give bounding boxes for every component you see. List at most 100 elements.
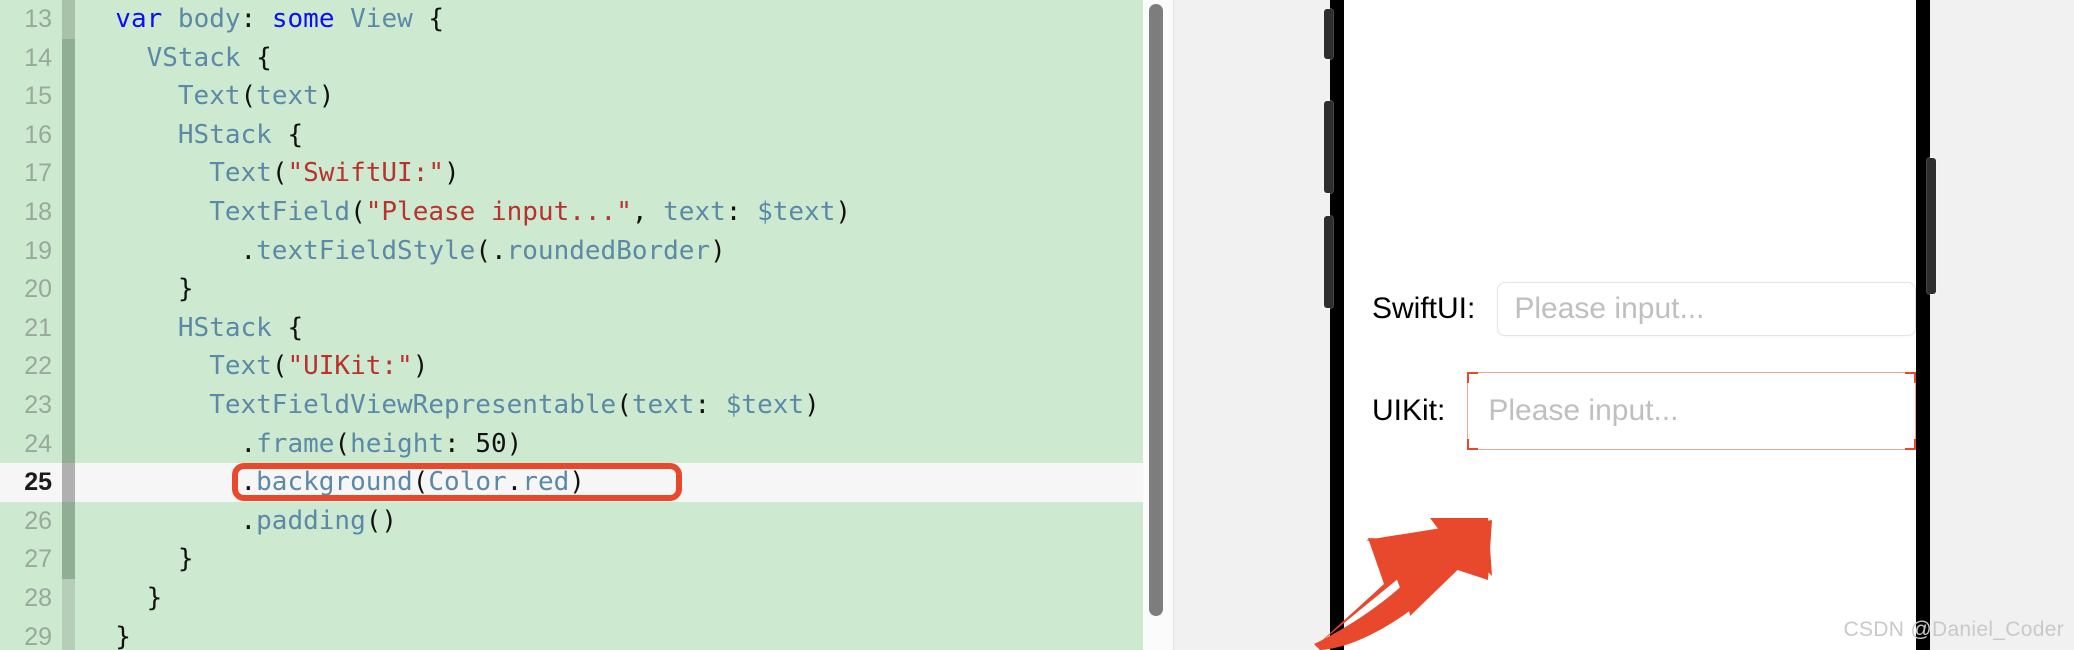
code-token: . bbox=[490, 235, 507, 266]
code-line[interactable]: 26 .padding() bbox=[0, 501, 1143, 541]
code-fold-indent-guide[interactable] bbox=[62, 501, 75, 541]
code-token: "Please input..." bbox=[365, 196, 632, 227]
uikit-textfield[interactable]: Please input... bbox=[1467, 372, 1916, 450]
editor-scrollbar-thumb[interactable] bbox=[1149, 4, 1163, 616]
line-number: 18 bbox=[24, 197, 52, 226]
code-line[interactable]: 20} bbox=[0, 270, 1143, 309]
code-token: ( bbox=[271, 351, 288, 382]
line-number: 25 bbox=[24, 468, 52, 497]
code-fold-indent-guide[interactable] bbox=[62, 463, 75, 502]
code-line[interactable]: 23 TextFieldViewRepresentable(text: $text… bbox=[0, 385, 1143, 425]
code-fold-indent-guide[interactable] bbox=[62, 192, 75, 232]
uikit-field-corner-br-marker bbox=[1905, 439, 1916, 450]
preview-pane[interactable]: SwiftUI: Please input... UIKit: Please i… bbox=[1174, 0, 2074, 650]
code-line[interactable]: 17 Text("SwiftUI:") bbox=[0, 154, 1143, 193]
screenshot-root: 13 var body: some View {14 VStack { 15 Text(… bbox=[0, 0, 2074, 650]
code-token: { bbox=[412, 4, 445, 34]
code-token: : bbox=[725, 196, 758, 227]
code-token: . bbox=[240, 505, 257, 536]
silent-switch-button[interactable] bbox=[1324, 9, 1333, 59]
code-line[interactable]: 19 .textFieldStyle(.roundedBorder) bbox=[0, 231, 1143, 271]
code-token: . bbox=[240, 428, 257, 459]
line-number: 13 bbox=[24, 5, 52, 33]
code-line[interactable]: 15 Text(text) bbox=[0, 77, 1143, 116]
code-token: ( bbox=[271, 158, 288, 189]
code-text: TextFieldViewRepresentable(text: $text) bbox=[209, 386, 820, 425]
code-fold-indent-guide[interactable] bbox=[62, 270, 75, 309]
line-number: 14 bbox=[24, 43, 52, 72]
line-number: 20 bbox=[24, 275, 52, 304]
code-fold-indent-guide[interactable] bbox=[62, 0, 75, 39]
code-token: background bbox=[256, 467, 413, 498]
code-text: HStack { bbox=[178, 309, 303, 348]
code-text: .textFieldStyle(.roundedBorder) bbox=[241, 232, 726, 271]
code-line[interactable]: 28} bbox=[0, 578, 1143, 618]
code-fold-indent-guide[interactable] bbox=[62, 231, 75, 271]
code-fold-indent-guide[interactable] bbox=[62, 115, 75, 155]
code-token: } bbox=[177, 544, 194, 575]
swiftui-field-label: SwiftUI: bbox=[1372, 292, 1476, 325]
uikit-textfield-placeholder: Please input... bbox=[1488, 394, 1679, 427]
code-line-current[interactable]: 25 .background(Color.red) bbox=[0, 463, 1143, 502]
code-fold-indent-guide[interactable] bbox=[62, 617, 75, 650]
volume-down-button[interactable] bbox=[1324, 216, 1333, 308]
code-token: var bbox=[115, 4, 163, 34]
code-token: ( bbox=[475, 235, 491, 266]
code-text: .background(Color.red) bbox=[241, 463, 585, 502]
code-fold-indent-guide[interactable] bbox=[62, 308, 75, 348]
code-token: $text bbox=[757, 196, 836, 227]
code-text: } bbox=[147, 579, 163, 618]
line-number: 23 bbox=[24, 390, 52, 419]
code-line[interactable]: 29} bbox=[0, 617, 1143, 650]
code-fold-indent-guide[interactable] bbox=[62, 154, 75, 193]
code-line[interactable]: 14 VStack { bbox=[0, 38, 1143, 78]
code-editor-pane[interactable]: 13 var body: some View {14 VStack { 15 Text(… bbox=[0, 0, 1143, 650]
code-token: : bbox=[694, 389, 726, 420]
code-text: Text(text) bbox=[178, 77, 335, 116]
swiftui-textfield-placeholder: Please input... bbox=[1514, 292, 1705, 325]
code-fold-indent-guide[interactable] bbox=[62, 347, 75, 386]
code-token: View bbox=[350, 4, 413, 34]
code-fold-indent-guide[interactable] bbox=[62, 77, 75, 116]
uikit-field-corner-tr-marker bbox=[1905, 372, 1916, 383]
line-number: 22 bbox=[24, 352, 52, 381]
code-fold-indent-guide[interactable] bbox=[62, 385, 75, 425]
line-number: 26 bbox=[24, 506, 52, 535]
code-fold-indent-guide[interactable] bbox=[62, 38, 75, 78]
code-token: TextFieldViewRepresentable bbox=[209, 389, 617, 420]
code-line[interactable]: 16 HStack { bbox=[0, 115, 1143, 155]
power-button[interactable] bbox=[1927, 158, 1936, 294]
line-number: 19 bbox=[24, 236, 52, 265]
line-number: 29 bbox=[24, 622, 52, 650]
code-token: ) bbox=[412, 351, 429, 382]
code-lines[interactable]: 13 var body: some View {14 VStack { 15 Text(… bbox=[0, 0, 1143, 650]
swiftui-field-row: SwiftUI: Please input... bbox=[1344, 282, 1916, 336]
code-token: ) bbox=[569, 467, 585, 498]
swiftui-textfield[interactable]: Please input... bbox=[1497, 282, 1916, 336]
code-fold-indent-guide[interactable] bbox=[62, 578, 75, 618]
code-line[interactable]: 21 HStack { bbox=[0, 308, 1143, 348]
code-token: TextField bbox=[209, 196, 351, 227]
code-token: some bbox=[271, 4, 335, 34]
line-number: 16 bbox=[24, 120, 52, 149]
code-token: () bbox=[365, 505, 398, 536]
code-text: var body: some View { bbox=[115, 0, 444, 39]
code-token: { bbox=[271, 312, 304, 343]
uikit-field-label: UIKit: bbox=[1372, 394, 1446, 427]
code-token: } bbox=[146, 582, 163, 613]
code-line[interactable]: 18 TextField("Please input...", text: $te… bbox=[0, 192, 1143, 232]
code-line[interactable]: 13 var body: some View { bbox=[0, 0, 1143, 39]
line-number: 15 bbox=[24, 82, 52, 111]
code-line[interactable]: 22 Text("UIKit:") bbox=[0, 347, 1143, 386]
code-line[interactable]: 24 .frame(height: 50) bbox=[0, 424, 1143, 464]
code-fold-indent-guide[interactable] bbox=[62, 424, 75, 464]
volume-up-button[interactable] bbox=[1324, 101, 1333, 193]
code-token: { bbox=[271, 119, 304, 150]
line-number: 17 bbox=[24, 159, 52, 188]
code-line[interactable]: 27} bbox=[0, 540, 1143, 579]
code-token: ) bbox=[804, 389, 820, 420]
code-text: } bbox=[178, 270, 194, 309]
code-fold-indent-guide[interactable] bbox=[62, 540, 75, 579]
code-token: textFieldStyle bbox=[256, 235, 476, 266]
